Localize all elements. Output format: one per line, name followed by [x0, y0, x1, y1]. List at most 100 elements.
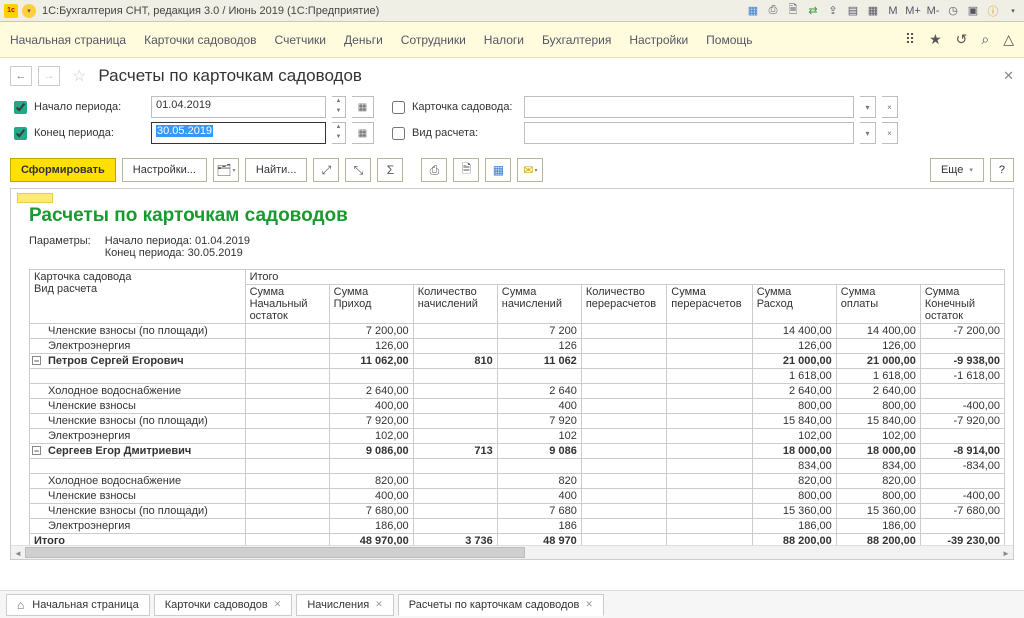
find-button[interactable]: Найти...	[245, 158, 308, 182]
m-icon[interactable]: M	[886, 4, 900, 18]
menu-counters[interactable]: Счетчики	[275, 33, 326, 47]
card-combo[interactable]	[524, 96, 854, 118]
card-combo-dd[interactable]: ▾	[860, 96, 876, 118]
table-row[interactable]: −Петров Сергей Егорович11 062,0081011 06…	[30, 354, 1005, 369]
end-date-input[interactable]: 30.05.2019	[151, 122, 326, 144]
start-date-calendar-button[interactable]: ▦	[352, 96, 374, 118]
table-row[interactable]: Электроэнергия126,00126126,00126,00	[30, 339, 1005, 354]
mminus-icon[interactable]: M-	[926, 4, 940, 18]
back-button[interactable]: ←	[10, 66, 32, 86]
table-row[interactable]: Членские взносы400,00400800,00800,00-400…	[30, 399, 1005, 414]
table-row[interactable]: Холодное водоснабжение2 640,002 6402 640…	[30, 384, 1005, 399]
menu-accounting[interactable]: Бухгалтерия	[542, 33, 611, 47]
favorite-icon[interactable]: ★	[929, 31, 942, 48]
filter-start-check[interactable]: Начало периода:	[10, 98, 145, 117]
tab-close-icon[interactable]: ✕	[585, 599, 593, 610]
history-icon[interactable]: ↺	[956, 31, 968, 48]
tab[interactable]: Карточки садоводов✕	[154, 594, 293, 616]
settings-button[interactable]: Настройки...	[122, 158, 207, 182]
tab-close-icon[interactable]: ✕	[274, 599, 282, 610]
filter-end-check[interactable]: Конец периода:	[10, 124, 145, 143]
tree-toggle-icon[interactable]: −	[32, 446, 41, 455]
info-icon[interactable]: ⓘ	[986, 4, 1000, 18]
print-icon[interactable]: ⎙	[766, 4, 780, 18]
tab[interactable]: Начисления✕	[296, 594, 393, 616]
expand-button[interactable]: ⤢	[313, 158, 339, 182]
start-date-spinner[interactable]: ▲▼	[332, 96, 346, 118]
cell: 400	[497, 399, 581, 414]
scroll-left-icon[interactable]: ◄	[11, 546, 25, 560]
info-dd-icon[interactable]: ▾	[1006, 4, 1020, 18]
menu-settings[interactable]: Настройки	[629, 33, 688, 47]
variants-button[interactable]: 🗂▾	[213, 158, 239, 182]
preview-icon[interactable]: 🗎	[786, 4, 800, 18]
menu-money[interactable]: Деньги	[344, 33, 383, 47]
more-button[interactable]: Еще▾	[930, 158, 984, 182]
preview-button[interactable]: 🗎	[453, 158, 479, 182]
scroll-thumb[interactable]	[25, 547, 525, 558]
search-icon[interactable]: ⌕	[981, 31, 989, 48]
table-row[interactable]: Холодное водоснабжение820,00820820,00820…	[30, 474, 1005, 489]
calculator-icon[interactable]: ▤	[846, 4, 860, 18]
table-row[interactable]: 1 618,001 618,00-1 618,00	[30, 369, 1005, 384]
table-row[interactable]: Членские взносы (по площади)7 200,007 20…	[30, 324, 1005, 339]
sum-button[interactable]: Σ	[377, 158, 403, 182]
compare-icon[interactable]: ⇄	[806, 4, 820, 18]
card-combo-clear[interactable]: ×	[882, 96, 898, 118]
cell	[413, 399, 497, 414]
end-date-calendar-button[interactable]: ▦	[352, 122, 374, 144]
cell	[581, 339, 666, 354]
end-checkbox[interactable]	[14, 127, 27, 140]
end-date-spinner[interactable]: ▲▼	[332, 122, 346, 144]
tab[interactable]: Расчеты по карточкам садоводов✕	[398, 594, 604, 616]
mplus-icon[interactable]: M+	[906, 4, 920, 18]
cell: 820,00	[836, 474, 920, 489]
table-row[interactable]: 834,00834,00-834,00	[30, 459, 1005, 474]
close-page-button[interactable]: ✕	[1003, 68, 1014, 84]
tab-close-icon[interactable]: ✕	[375, 599, 383, 610]
type-combo-dd[interactable]: ▾	[860, 122, 876, 144]
table-row[interactable]: Членские взносы (по площади)7 920,007 92…	[30, 414, 1005, 429]
type-combo[interactable]	[524, 122, 854, 144]
menu-cards[interactable]: Карточки садоводов	[144, 33, 256, 47]
print-button[interactable]: ⎙	[421, 158, 447, 182]
menu-taxes[interactable]: Налоги	[484, 33, 524, 47]
calendar-icon[interactable]: ▦	[866, 4, 880, 18]
save-button[interactable]: ▦	[485, 158, 511, 182]
table-row[interactable]: −Сергеев Егор Дмитриевич9 086,007139 086…	[30, 444, 1005, 459]
clock-icon[interactable]: ◷	[946, 4, 960, 18]
start-checkbox[interactable]	[14, 101, 27, 114]
table-row[interactable]: Электроэнергия102,00102102,00102,00	[30, 429, 1005, 444]
save-icon[interactable]: ▦	[746, 4, 760, 18]
menu-employees[interactable]: Сотрудники	[401, 33, 466, 47]
horizontal-scrollbar[interactable]: ◄ ►	[11, 545, 1013, 559]
tab[interactable]: ⌂Начальная страница	[6, 594, 150, 616]
tree-toggle-icon[interactable]: −	[32, 356, 41, 365]
run-button[interactable]: Сформировать	[10, 158, 116, 182]
star-icon[interactable]: ☆	[72, 66, 86, 86]
window-icon[interactable]: ▣	[966, 4, 980, 18]
table-row[interactable]: Членские взносы (по площади)7 680,007 68…	[30, 504, 1005, 519]
apps-icon[interactable]: ⠿	[905, 31, 915, 48]
collapse-button[interactable]: ⤡	[345, 158, 371, 182]
cell: 1 618,00	[836, 369, 920, 384]
table-row[interactable]: Электроэнергия186,00186186,00186,00	[30, 519, 1005, 534]
cell: 15 840,00	[752, 414, 836, 429]
card-checkbox[interactable]	[392, 101, 405, 114]
forward-button[interactable]: →	[38, 66, 60, 86]
help-button[interactable]: ?	[990, 158, 1014, 182]
menu-help[interactable]: Помощь	[706, 33, 752, 47]
app-dropdown-icon[interactable]: ▾	[22, 4, 36, 18]
filter-type-check[interactable]: Вид расчета:	[388, 124, 518, 143]
cell: 713	[413, 444, 497, 459]
export-icon[interactable]: ⇪	[826, 4, 840, 18]
menu-home[interactable]: Начальная страница	[10, 33, 126, 47]
start-date-input[interactable]: 01.04.2019	[151, 96, 326, 118]
type-combo-clear[interactable]: ×	[882, 122, 898, 144]
scroll-right-icon[interactable]: ►	[999, 546, 1013, 560]
notifications-icon[interactable]: △	[1003, 31, 1014, 48]
type-checkbox[interactable]	[392, 127, 405, 140]
email-button[interactable]: ✉▾	[517, 158, 543, 182]
filter-card-check[interactable]: Карточка садовода:	[388, 98, 518, 117]
table-row[interactable]: Членские взносы400,00400800,00800,00-400…	[30, 489, 1005, 504]
